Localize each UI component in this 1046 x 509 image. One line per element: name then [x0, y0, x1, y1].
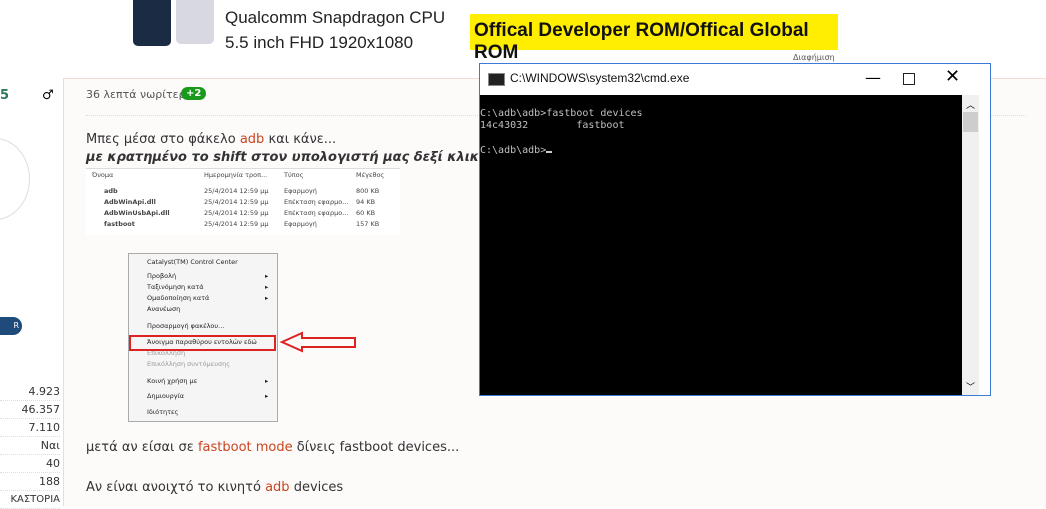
- likes-badge[interactable]: +2: [181, 87, 207, 100]
- file-cell: Εφαρμογή: [284, 187, 317, 195]
- file-cell: Επέκταση εφαρμο...: [284, 209, 349, 217]
- scroll-thumb[interactable]: [963, 112, 978, 132]
- link-fastboot-mode[interactable]: fastboot mode: [198, 440, 293, 455]
- maximize-button[interactable]: [903, 73, 915, 85]
- user-sidebar: 5 ♂ R 4.923 46.357 7.110 Ναι 40 188 ΚΑΣΤ…: [0, 78, 64, 509]
- link-adb[interactable]: adb: [240, 132, 264, 147]
- file-cell: 25/4/2014 12:59 μμ: [204, 220, 269, 228]
- menu-item[interactable]: Προβολή: [147, 272, 176, 280]
- column-header: Μέγεθος: [356, 171, 385, 179]
- explorer-screenshot: Όνομα Ημερομηνία τροπ... Τύπος Μέγεθος adb 25…: [86, 168, 400, 235]
- scrollbar[interactable]: ︿ ﹀: [962, 95, 979, 395]
- user-rank: 5: [0, 88, 10, 103]
- file-cell: 25/4/2014 12:59 μμ: [204, 209, 269, 217]
- menu-item[interactable]: Δημιουργία: [147, 392, 184, 400]
- stat-value: 40: [0, 455, 60, 473]
- menu-item[interactable]: Κοινή χρήση με: [147, 377, 197, 385]
- file-cell: Επέκταση εφαρμο...: [284, 198, 349, 206]
- red-arrow-icon: [280, 331, 356, 353]
- post-line-1: Μπες μέσα στο φάκελο adb και κάνε...: [86, 132, 337, 147]
- stat-value: 4.923: [0, 383, 60, 401]
- file-cell: 25/4/2014 12:59 μμ: [204, 198, 269, 206]
- column-header: Όνομα: [92, 171, 114, 179]
- menu-item[interactable]: Ιδιότητες: [147, 408, 178, 416]
- menu-item[interactable]: Catalyst(TM) Control Center: [147, 258, 238, 266]
- ad-banner: Offical Developer ROM/Offical Global ROM: [470, 14, 838, 63]
- ad-label: Διαφήμιση: [793, 53, 835, 62]
- post-line-3: μετά αν είσαι σε fastboot mode δίνεις fa…: [86, 440, 460, 455]
- file-cell: AdbWinUsbApi.dll: [104, 209, 170, 217]
- file-cell: adb: [104, 187, 118, 195]
- scroll-up-icon[interactable]: ︿: [966, 98, 975, 111]
- cmd-app-icon: [488, 73, 505, 86]
- menu-item[interactable]: Ανανέωση: [147, 305, 180, 313]
- menu-item[interactable]: Ομαδοποίηση κατά: [147, 294, 209, 302]
- stat-value: 46.357: [0, 401, 60, 419]
- ad-line-2: 5.5 inch FHD 1920x1080: [225, 33, 414, 52]
- stat-value: 188: [0, 473, 60, 491]
- cmd-window[interactable]: C:\WINDOWS\system32\cmd.exe — ✕ C:\adb\a…: [479, 63, 991, 396]
- submenu-arrow-icon: ▸: [265, 377, 269, 385]
- avatar[interactable]: [0, 138, 30, 220]
- stat-value: 7.110: [0, 419, 60, 437]
- stat-value: ΚΑΣΤΟΡΙΑ: [0, 491, 60, 509]
- link-adb[interactable]: adb: [265, 480, 289, 495]
- user-badge: R: [0, 317, 22, 335]
- file-cell: Εφαρμογή: [284, 220, 317, 228]
- file-cell: 60 KB: [356, 209, 376, 217]
- column-header: Ημερομηνία τροπ...: [204, 171, 268, 179]
- file-cell: 94 KB: [356, 198, 376, 206]
- file-cell: fastboot: [104, 220, 135, 228]
- context-menu-screenshot: Catalyst(TM) Control Center Προβολή ▸ Ταξιν…: [128, 253, 278, 422]
- close-button[interactable]: ✕: [945, 66, 960, 87]
- file-cell: 25/4/2014 12:59 μμ: [204, 187, 269, 195]
- minimize-button[interactable]: —: [865, 68, 881, 87]
- submenu-arrow-icon: ▸: [265, 294, 269, 302]
- menu-item[interactable]: Ταξινόμηση κατά: [147, 283, 204, 291]
- submenu-arrow-icon: ▸: [265, 272, 269, 280]
- phone-back-image: [176, 0, 214, 44]
- phone-image: [133, 0, 171, 46]
- menu-item[interactable]: Προσαρμογή φακέλου...: [147, 322, 224, 330]
- highlight-box: [129, 335, 276, 351]
- user-gender-icon: ♂: [42, 88, 54, 103]
- column-header: Τύπος: [284, 171, 304, 179]
- ad-line-1: Qualcomm Snapdragon CPU: [225, 8, 446, 27]
- terminal-output[interactable]: C:\adb\adb>fastboot devices 14c43032 fas…: [480, 95, 962, 395]
- file-cell: 157 KB: [356, 220, 380, 228]
- scroll-down-icon[interactable]: ﹀: [966, 380, 975, 393]
- post-time[interactable]: 36 λεπτά νωρίτερα: [86, 88, 193, 101]
- file-cell: 800 KB: [356, 187, 380, 195]
- submenu-arrow-icon: ▸: [265, 283, 269, 291]
- post-line-4: Αν είναι ανοιχτό το κινητό adb devices: [86, 480, 344, 495]
- stat-value: Ναι: [0, 437, 60, 455]
- window-title: C:\WINDOWS\system32\cmd.exe: [510, 71, 690, 85]
- submenu-arrow-icon: ▸: [265, 392, 269, 400]
- menu-item[interactable]: Επικόλληση συντόμευσης: [147, 360, 230, 368]
- file-cell: AdbWinApi.dll: [104, 198, 156, 206]
